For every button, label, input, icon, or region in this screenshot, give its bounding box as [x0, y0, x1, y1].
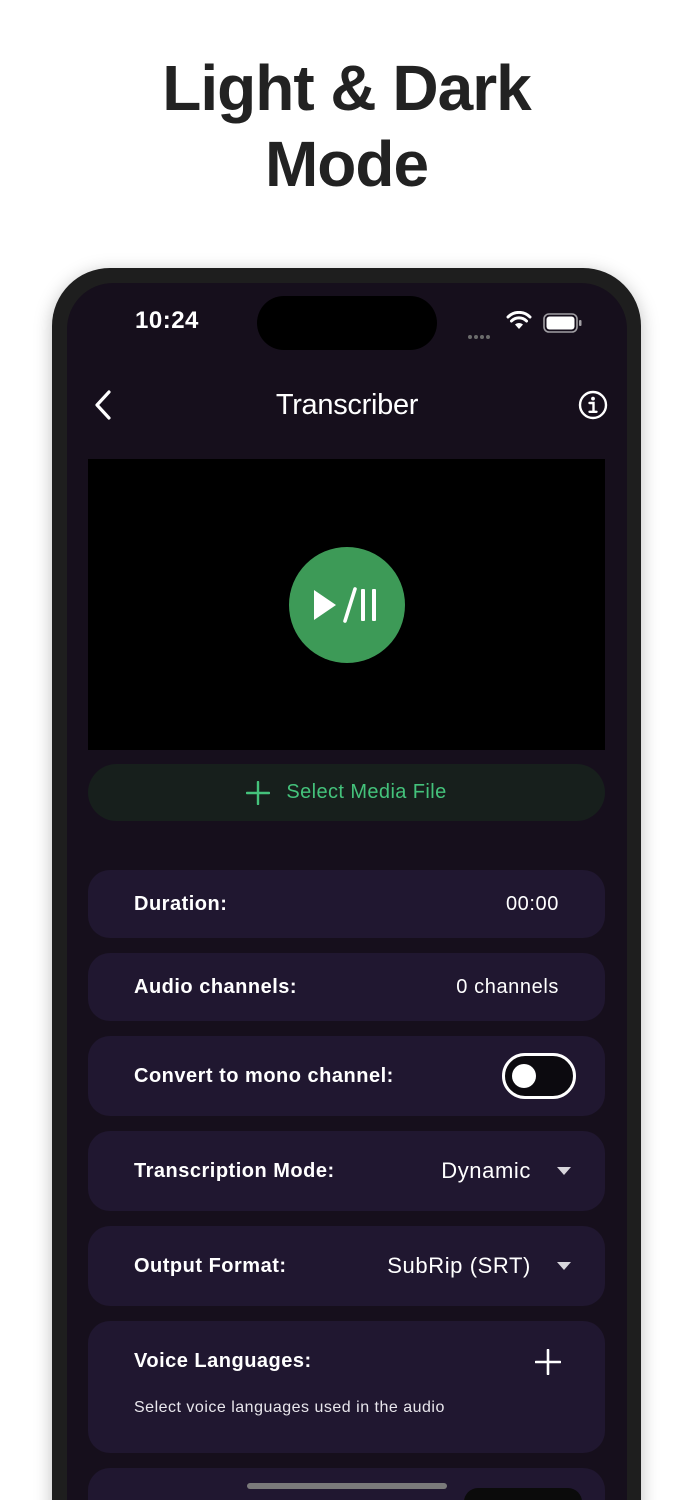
- audio-channels-row: Audio channels: 0 channels: [88, 953, 605, 1021]
- caret-down-icon[interactable]: [556, 1166, 572, 1176]
- mono-channel-label: Convert to mono channel:: [134, 1065, 394, 1087]
- mono-channel-row: Convert to mono channel:: [88, 1036, 605, 1116]
- output-format-label: Output Format:: [134, 1255, 287, 1277]
- select-media-button[interactable]: Select Media File: [88, 764, 605, 821]
- transcription-mode-row[interactable]: Transcription Mode: Dynamic: [88, 1131, 605, 1211]
- toggle-knob: [512, 1064, 536, 1088]
- info-icon[interactable]: [578, 390, 608, 420]
- battery-icon: [543, 313, 582, 333]
- duration-value: 00:00: [505, 893, 559, 915]
- caret-down-icon[interactable]: [556, 1261, 572, 1271]
- phone-screen: 10:24 Transcriber Select Media File Dura…: [67, 283, 627, 1500]
- output-format-row[interactable]: Output Format: SubRip (SRT): [88, 1226, 605, 1306]
- voice-languages-label: Voice Languages:: [134, 1350, 312, 1372]
- voice-languages-hint: Select voice languages used in the audio: [134, 1399, 445, 1416]
- duration-label: Duration:: [134, 893, 228, 915]
- dynamic-island: [257, 296, 437, 350]
- transcription-mode-value[interactable]: Dynamic: [441, 1158, 531, 1184]
- transcription-mode-label: Transcription Mode:: [134, 1160, 335, 1182]
- plus-icon[interactable]: [535, 1349, 561, 1375]
- partial-button[interactable]: [464, 1488, 582, 1500]
- media-player: [88, 459, 605, 750]
- promo-title: Light & Dark Mode: [0, 50, 693, 202]
- voice-languages-row: Voice Languages: Select voice languages …: [88, 1321, 605, 1453]
- home-indicator: [247, 1483, 447, 1489]
- promo-title-line-1: Light & Dark: [162, 52, 531, 124]
- audio-channels-label: Audio channels:: [134, 976, 298, 998]
- mono-channel-toggle[interactable]: [502, 1053, 576, 1099]
- promo-title-line-2: Mode: [264, 128, 429, 200]
- duration-row: Duration: 00:00: [88, 870, 605, 938]
- nav-title: Transcriber: [275, 389, 419, 421]
- cellular-signal-icon: [468, 326, 492, 344]
- wifi-icon: [506, 311, 532, 329]
- output-format-value[interactable]: SubRip (SRT): [387, 1253, 531, 1279]
- select-media-label: Select Media File: [286, 781, 447, 803]
- status-time: 10:24: [135, 307, 199, 334]
- plus-icon: [246, 780, 271, 805]
- play-pause-icon: [314, 587, 376, 623]
- play-pause-button[interactable]: [289, 547, 405, 663]
- audio-channels-value: 0 channels: [456, 976, 559, 998]
